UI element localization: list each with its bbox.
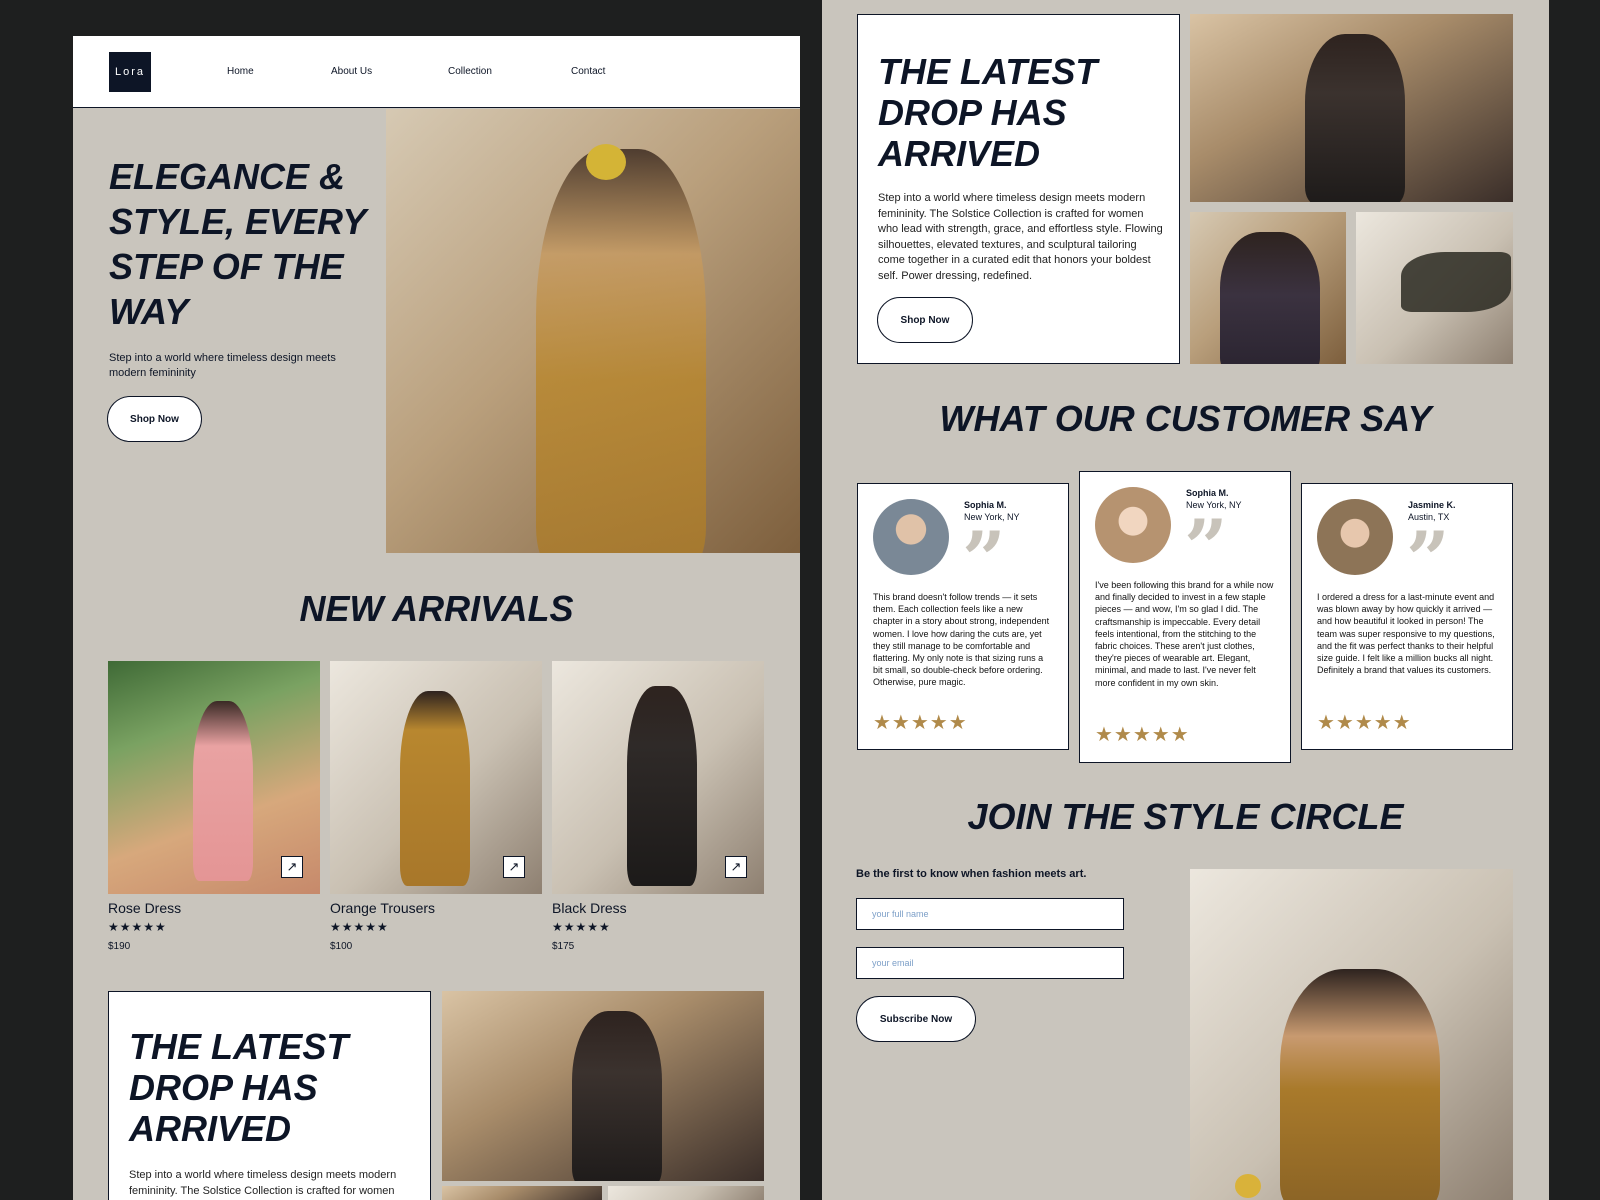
landing-page-right: THE LATEST DROP HAS ARRIVED Step into a … [822, 0, 1549, 1200]
nav-link-home[interactable]: Home [227, 66, 254, 77]
nav-link-about[interactable]: About Us [331, 66, 372, 77]
nav-link-contact[interactable]: Contact [571, 66, 605, 77]
latest-drop-title-full: THE LATEST DROP HAS ARRIVED [878, 51, 1098, 174]
avatar [873, 499, 949, 575]
open-product-rose-dress-icon[interactable]: ↗ [281, 856, 303, 878]
landing-page-left: Lora Home About Us Collection Contact EL… [73, 36, 800, 1200]
review-text: I've been following this brand for a whi… [1095, 580, 1274, 688]
latest-drop-sleeve-image [1356, 212, 1513, 364]
product-rating-black-dress: ★★★★★ [552, 920, 611, 934]
review-text: I ordered a dress for a last-minute even… [1317, 592, 1495, 676]
hero-title: ELEGANCE & STYLE, EVERY STEP OF THE WAY [109, 156, 366, 332]
latest-drop-card: THE LATEST DROP HAS ARRIVED Step into a … [108, 991, 431, 1200]
product-price-orange-trousers: $100 [330, 941, 353, 952]
latest-drop-title: THE LATEST DROP HAS ARRIVED [129, 1026, 349, 1149]
latest-drop-text: Step into a world where timeless design … [129, 1169, 397, 1197]
latest-drop-main-image [1190, 14, 1513, 202]
review-rating: ★★★★★ [1317, 712, 1412, 734]
hero-subtitle: Step into a world where timeless design … [109, 352, 336, 379]
latest-drop-text-full: Step into a world where timeless design … [878, 192, 1163, 282]
review-card: Jasmine K. Austin, TX ” I ordered a dres… [1301, 483, 1513, 750]
review-text: This brand doesn't follow trends — it se… [873, 592, 1050, 688]
product-name-black-dress[interactable]: Black Dress [552, 900, 627, 916]
newsletter-lead: Be the first to know when fashion meets … [856, 868, 1087, 880]
subscribe-button[interactable]: Subscribe Now [856, 996, 976, 1042]
newsletter-title: JOIN THE STYLE CIRCLE [967, 796, 1404, 837]
reviewer-name: Jasmine K. [1408, 500, 1456, 510]
latest-drop-image [442, 991, 764, 1181]
nav-link-collection[interactable]: Collection [448, 66, 492, 77]
avatar [1095, 487, 1171, 563]
review-card: Sophia M. New York, NY ” I've been follo… [1079, 471, 1291, 763]
new-arrivals-title: NEW ARRIVALS [299, 588, 574, 629]
email-field[interactable]: your email [856, 947, 1124, 979]
reviewer-name: Sophia M. [964, 500, 1007, 510]
avatar [1317, 499, 1393, 575]
latest-drop-shop-now-button[interactable]: Shop Now [877, 297, 973, 343]
testimonials-title: WHAT OUR CUSTOMER SAY [939, 398, 1432, 439]
product-price-rose-dress: $190 [108, 941, 131, 952]
review-rating: ★★★★★ [873, 712, 968, 734]
open-product-black-dress-icon[interactable]: ↗ [725, 856, 747, 878]
full-name-field[interactable]: your full name [856, 898, 1124, 930]
open-product-orange-trousers-icon[interactable]: ↗ [503, 856, 525, 878]
quote-icon: ” [1184, 503, 1228, 592]
review-rating: ★★★★★ [1095, 724, 1190, 746]
latest-drop-detail-image [1190, 212, 1346, 364]
product-rating-orange-trousers: ★★★★★ [330, 920, 389, 934]
product-price-black-dress: $175 [552, 941, 575, 952]
latest-drop-image-3 [608, 1186, 764, 1200]
product-name-rose-dress[interactable]: Rose Dress [108, 900, 181, 916]
product-rating-rose-dress: ★★★★★ [108, 920, 167, 934]
product-name-orange-trousers[interactable]: Orange Trousers [330, 900, 435, 916]
latest-drop-image-2 [442, 1186, 602, 1200]
latest-drop-card-full: THE LATEST DROP HAS ARRIVED Step into a … [857, 14, 1180, 364]
review-card: Sophia M. New York, NY ” This brand does… [857, 483, 1069, 750]
newsletter-image [1190, 869, 1513, 1200]
hero-image [386, 109, 800, 553]
reviewer-name: Sophia M. [1186, 488, 1229, 498]
quote-icon: ” [962, 515, 1006, 604]
logo[interactable]: Lora [109, 52, 151, 92]
top-nav: Lora Home About Us Collection Contact [73, 36, 800, 108]
hero-shop-now-button[interactable]: Shop Now [107, 396, 202, 442]
quote-icon: ” [1406, 515, 1450, 604]
